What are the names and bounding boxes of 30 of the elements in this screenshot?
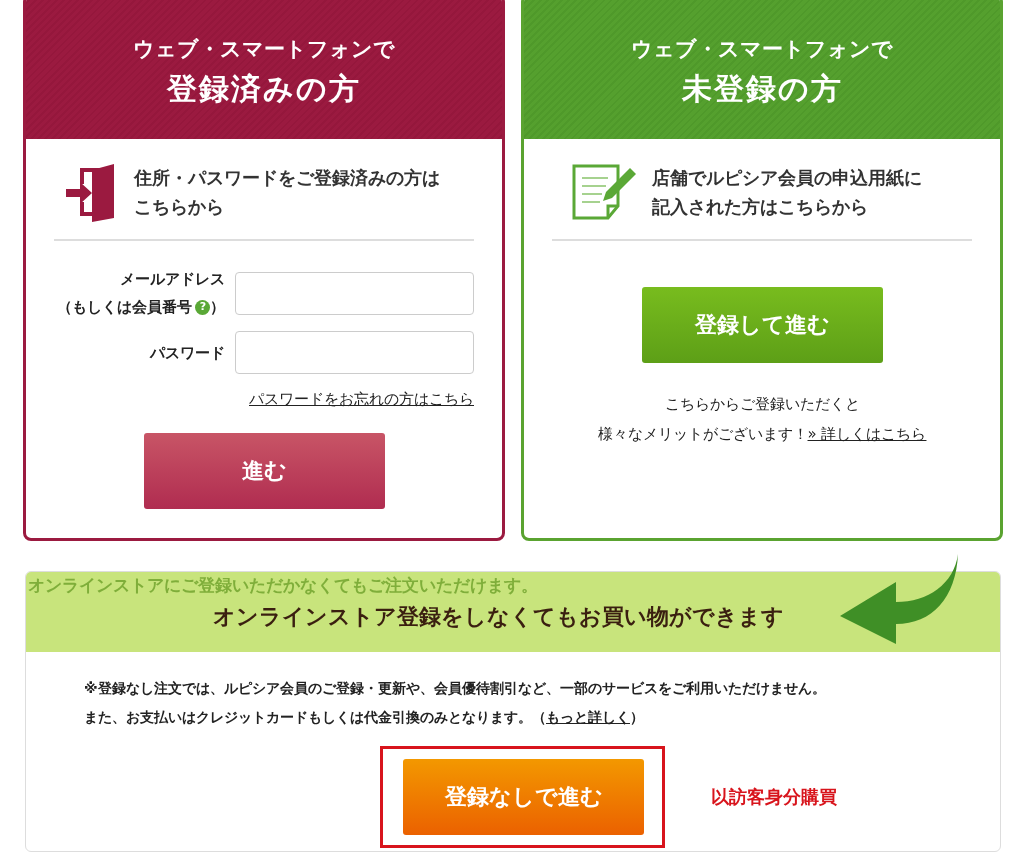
intro-text: 住所・パスワードをご登録済みの方は [134, 166, 440, 190]
intro-text: 店舗でルピシア会員の申込用紙に [652, 166, 922, 190]
banner-title: オンラインストア登録をしなくてもお買い物ができます [212, 603, 785, 631]
field-label: メールアドレス [120, 270, 226, 289]
more-details-link[interactable]: もっと詳しく [546, 709, 630, 725]
curved-arrow-icon [840, 554, 960, 644]
details-link[interactable]: » 詳しくはこちら [807, 425, 927, 443]
guest-checkout-button[interactable]: 登録なしで進む [403, 759, 644, 835]
header-title: 未登録の方 [681, 69, 843, 108]
field-label-note: （もしくは会員番号 [57, 298, 193, 317]
help-icon[interactable]: ? [195, 299, 211, 315]
header-subtitle: ウェブ・スマートフォンで [631, 35, 893, 63]
password-field[interactable] [235, 331, 474, 374]
benefit-note: こちらからご登録いただくと [664, 394, 860, 415]
header-subtitle: ウェブ・スマートフォンで [133, 35, 395, 63]
benefit-note: 様々なメリットがございます！» 詳しくはこちら [597, 424, 927, 445]
submit-button[interactable]: 進む [143, 433, 385, 509]
annotation-text: 以訪客身分購買 [711, 785, 837, 809]
intro-text: 記入された方はこちらから [652, 195, 868, 219]
email-field[interactable] [235, 271, 474, 315]
field-label: パスワード [150, 343, 226, 363]
register-button[interactable]: 登録して進む [641, 287, 883, 363]
notice-text: ※登録なし注文では、ルピシア会員のご登録・更新や、会員優待割引など、一部のサービスをご利用いただけません。 [84, 679, 826, 698]
forgot-password-link[interactable]: パスワードをお忘れの方はこちら [249, 390, 474, 409]
field-label-note: ） [210, 298, 226, 317]
form-pencil-icon [572, 164, 638, 220]
notice-text: また、お支払いはクレジットカードもしくは代金引換のみとなります。（もっと詳しく） [84, 708, 644, 727]
intro-text: こちらから [134, 195, 224, 219]
faded-text: オンラインストアにご登録いただかなくてもご注文いただけます。 [28, 574, 538, 596]
header-title: 登録済みの方 [167, 69, 361, 108]
